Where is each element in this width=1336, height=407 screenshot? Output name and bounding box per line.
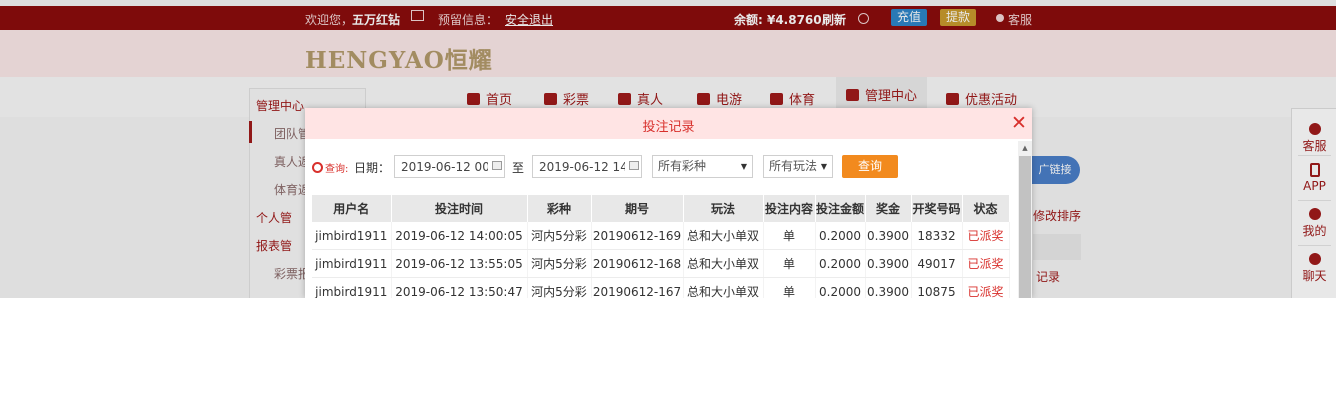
table-cell: 总和大小单双 bbox=[683, 277, 764, 298]
table-cell: 2019-06-12 14:00:05 bbox=[391, 222, 528, 250]
table-cell: 18332 bbox=[911, 222, 963, 250]
column-header: 投注内容 bbox=[763, 195, 816, 222]
table-cell: 49017 bbox=[911, 249, 963, 278]
lottery-select-value: 所有彩种 bbox=[658, 159, 707, 173]
scroll-up-icon[interactable]: ▲ bbox=[1018, 141, 1032, 155]
table-row[interactable]: jimbird1911 2019-06-12 14:00:05 河内5分彩 20190… bbox=[312, 222, 1010, 250]
table-row[interactable]: jimbird1911 2019-06-12 13:50:47 河内5分彩 20190… bbox=[312, 277, 1010, 298]
table-cell: 0.3900 bbox=[865, 222, 912, 250]
table-cell: 2019-06-12 13:50:47 bbox=[391, 277, 528, 298]
table-body: jimbird1911 2019-06-12 14:00:05 河内5分彩 20190… bbox=[312, 222, 1010, 298]
filter-bar: 查询: 日期： 至 所有彩种▼ 所有玩法▼ 查询 bbox=[312, 155, 912, 178]
table-header-row: 用户名 投注时间 彩种 期号 玩法 投注内容 投注金额 奖金 开奖号码 状态 bbox=[312, 195, 1010, 222]
table-cell: 0.3900 bbox=[865, 277, 912, 298]
column-header: 状态 bbox=[962, 195, 1010, 222]
table-cell: 0.2000 bbox=[815, 277, 866, 298]
status-cell: 已派奖 bbox=[962, 249, 1010, 278]
column-header: 投注时间 bbox=[391, 195, 528, 222]
column-header: 彩种 bbox=[527, 195, 592, 222]
search-icon bbox=[312, 162, 323, 173]
start-date-input[interactable] bbox=[394, 155, 505, 178]
column-header: 用户名 bbox=[312, 195, 392, 222]
table-cell: 单 bbox=[763, 222, 816, 250]
table-cell: 河内5分彩 bbox=[527, 222, 592, 250]
bet-records-table: 用户名 投注时间 彩种 期号 玩法 投注内容 投注金额 奖金 开奖号码 状态 jimbird191… bbox=[312, 195, 1010, 298]
table-cell: 总和大小单双 bbox=[683, 222, 764, 250]
table-cell: 20190612-169 bbox=[591, 222, 684, 250]
table-cell: 0.2000 bbox=[815, 222, 866, 250]
play-select-value: 所有玩法 bbox=[769, 159, 818, 173]
calendar-icon[interactable] bbox=[629, 161, 639, 170]
search-label-text: 查询: bbox=[325, 164, 349, 175]
table-cell: 0.2000 bbox=[815, 249, 866, 278]
modal-title: 投注记录 bbox=[642, 120, 695, 135]
table-cell: 单 bbox=[763, 249, 816, 278]
play-select[interactable]: 所有玩法 ▼ bbox=[763, 155, 833, 178]
table-cell: 河内5分彩 bbox=[527, 277, 592, 298]
caret-down-icon: ▼ bbox=[740, 162, 747, 171]
table-cell: 河内5分彩 bbox=[527, 249, 592, 278]
table-cell: 总和大小单双 bbox=[683, 249, 764, 278]
column-header: 投注金额 bbox=[815, 195, 866, 222]
end-date-input[interactable] bbox=[532, 155, 642, 178]
status-cell: 已派奖 bbox=[962, 277, 1010, 298]
to-label: 至 bbox=[512, 161, 525, 175]
table-cell: 20190612-168 bbox=[591, 249, 684, 278]
modal-header: 投注记录 ✕ bbox=[305, 108, 1032, 139]
lottery-select[interactable]: 所有彩种 ▼ bbox=[652, 155, 753, 178]
table-cell: jimbird1911 bbox=[312, 277, 392, 298]
table-cell: 单 bbox=[763, 277, 816, 298]
date-label: 日期： bbox=[354, 161, 391, 175]
search-label: 查询: bbox=[312, 160, 348, 175]
query-button[interactable]: 查询 bbox=[842, 155, 898, 178]
table-cell: 2019-06-12 13:55:05 bbox=[391, 249, 528, 278]
status-cell: 已派奖 bbox=[962, 222, 1010, 250]
table-cell: 0.3900 bbox=[865, 249, 912, 278]
page: 欢迎您， 五万红钻 预留信息： 安全退出 余额: ¥4.8760 刷新 充值 提… bbox=[0, 0, 1336, 298]
table-row[interactable]: jimbird1911 2019-06-12 13:55:05 河内5分彩 20190… bbox=[312, 249, 1010, 278]
close-icon[interactable]: ✕ bbox=[1010, 113, 1028, 133]
table-cell: jimbird1911 bbox=[312, 222, 392, 250]
table-cell: 10875 bbox=[911, 277, 963, 298]
scroll-thumb[interactable] bbox=[1019, 156, 1031, 298]
column-header: 玩法 bbox=[683, 195, 764, 222]
column-header: 期号 bbox=[591, 195, 684, 222]
bet-records-modal: 投注记录 ✕ 查询: 日期： 至 所有彩种▼ 所有玩法▼ 查询 用户名投注时间彩… bbox=[305, 108, 1032, 298]
column-header: 奖金 bbox=[865, 195, 912, 222]
table-cell: jimbird1911 bbox=[312, 249, 392, 278]
column-header: 开奖号码 bbox=[911, 195, 963, 222]
calendar-icon[interactable] bbox=[492, 161, 502, 170]
caret-down-icon: ▼ bbox=[820, 162, 827, 171]
table-cell: 20190612-167 bbox=[591, 277, 684, 298]
modal-scrollbar[interactable]: ▲ bbox=[1018, 141, 1032, 298]
